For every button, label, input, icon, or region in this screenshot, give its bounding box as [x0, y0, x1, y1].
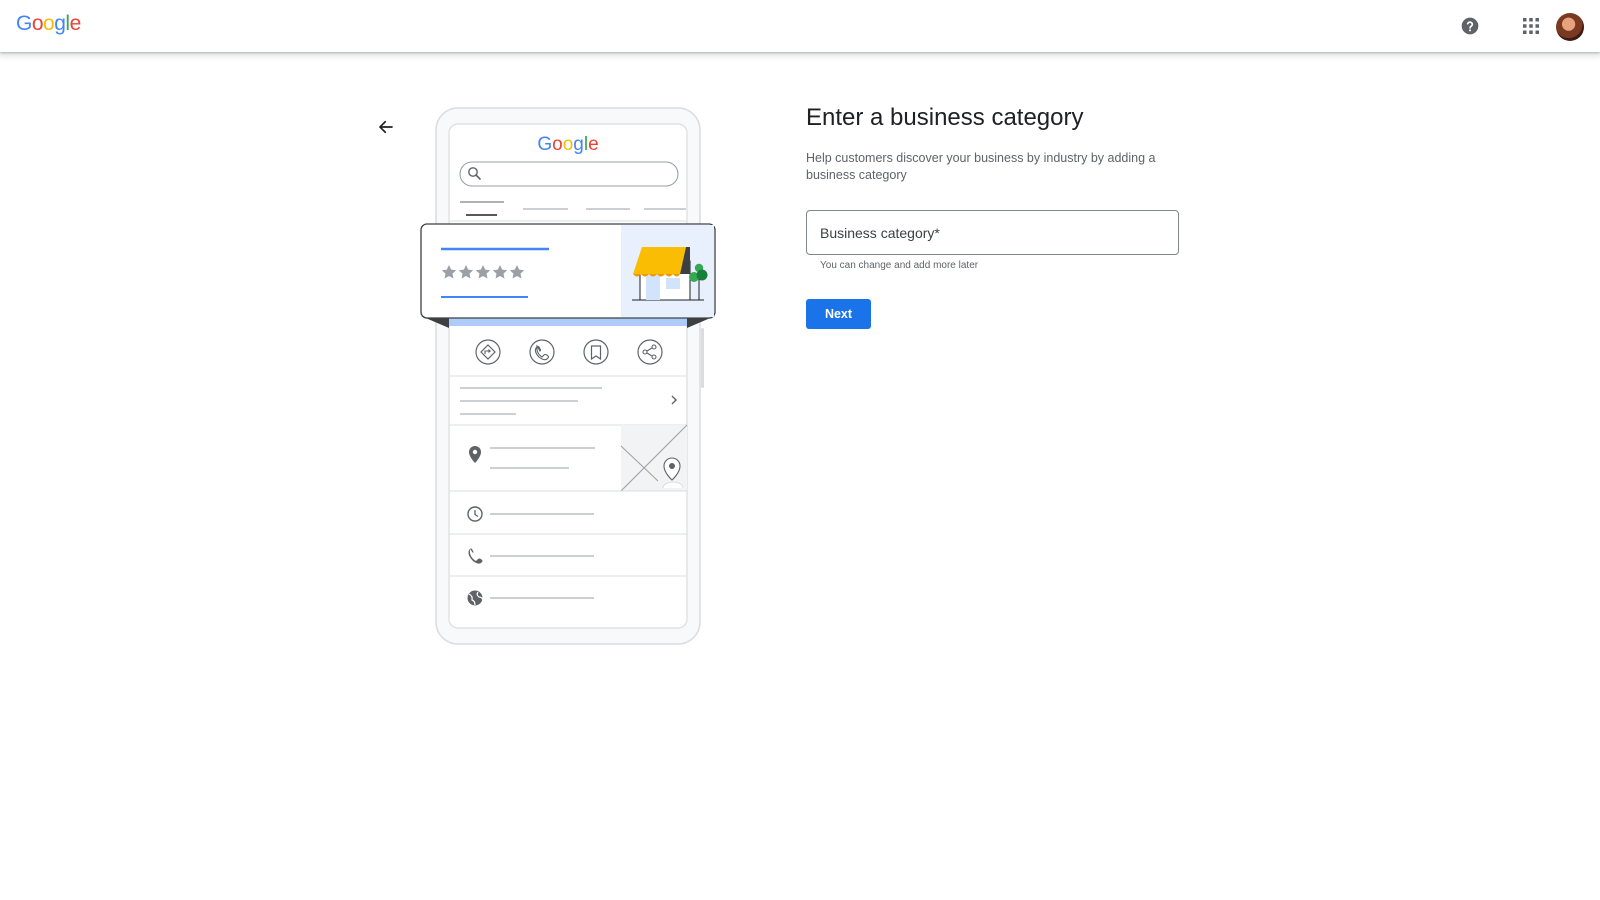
business-profile-illustration: Google — [420, 107, 716, 645]
google-logo[interactable]: Google — [16, 12, 81, 36]
apps-button[interactable] — [1515, 10, 1547, 42]
phone-scrollbar — [701, 328, 704, 388]
phone-icon — [529, 339, 555, 365]
page-title: Enter a business category — [806, 104, 1084, 131]
logo-letter-g: G — [16, 12, 32, 35]
arrow-back-icon — [379, 120, 393, 134]
top-app-bar: Google — [0, 0, 1600, 52]
logo-letter-g2: g — [54, 12, 66, 35]
business-category-field[interactable] — [806, 210, 1179, 255]
help-button[interactable] — [1454, 10, 1486, 42]
field-helper-text: You can change and add more later — [820, 260, 979, 271]
directions-icon — [475, 339, 501, 365]
business-category-input[interactable] — [807, 211, 1178, 254]
user-avatar[interactable] — [1556, 13, 1584, 41]
logo-letter-o1: o — [31, 12, 44, 35]
apps-grid-icon — [1523, 18, 1539, 34]
next-button[interactable]: Next — [806, 299, 871, 329]
help-circle-icon — [1461, 17, 1479, 35]
back-button[interactable] — [372, 113, 400, 141]
logo-letter-e: e — [69, 12, 82, 35]
phone-google-logo: Google — [537, 134, 598, 155]
share-icon — [637, 339, 663, 365]
logo-letter-o2: o — [43, 12, 55, 35]
phone-search-bar — [459, 161, 679, 187]
bookmark-icon — [583, 339, 609, 365]
page-description: Help customers discover your business by… — [806, 151, 1156, 182]
